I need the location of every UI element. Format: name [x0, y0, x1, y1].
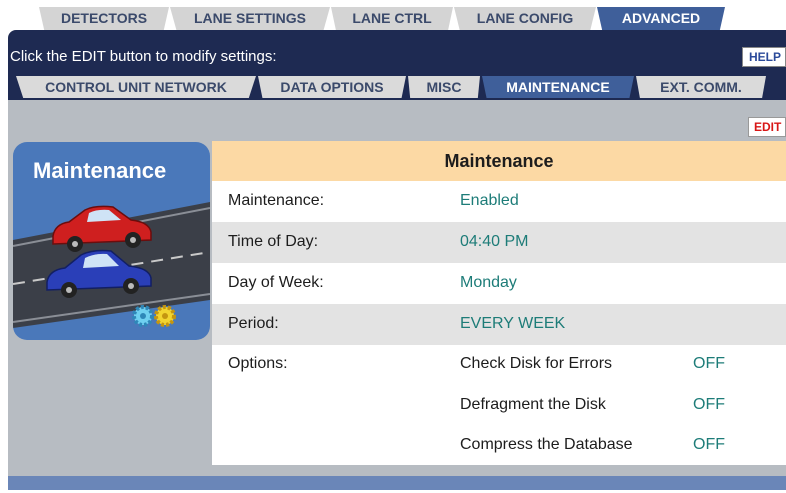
row-value: Monday	[460, 274, 517, 291]
row-maintenance: Maintenance: Enabled	[212, 181, 786, 222]
row-day-of-week: Day of Week: Monday	[212, 263, 786, 304]
instruction-text: Click the EDIT button to modify settings…	[10, 48, 277, 65]
row-label: Maintenance:	[228, 192, 325, 209]
tab-ext-comm[interactable]: EXT. COMM.	[636, 76, 766, 98]
row-value: 04:40 PM	[460, 233, 529, 250]
option-name: Defragment the Disk	[460, 396, 606, 413]
row-options: Options: Check Disk for Errors OFF Defra…	[212, 345, 786, 465]
row-label: Time of Day:	[228, 233, 319, 250]
option-name: Check Disk for Errors	[460, 355, 613, 372]
row-value: EVERY WEEK	[460, 315, 566, 332]
tab-control-unit-network[interactable]: CONTROL UNIT NETWORK	[16, 76, 256, 98]
tab-misc[interactable]: MISC	[408, 76, 480, 98]
tab-data-options[interactable]: DATA OPTIONS	[258, 76, 406, 98]
tab-detectors[interactable]: DETECTORS	[39, 7, 169, 30]
tab-advanced[interactable]: ADVANCED	[597, 7, 725, 30]
row-label: Period:	[228, 315, 279, 332]
row-label: Day of Week:	[228, 274, 324, 291]
option-value: OFF	[693, 436, 725, 453]
row-time-of-day: Time of Day: 04:40 PM	[212, 222, 786, 263]
tab-lane-config[interactable]: LANE CONFIG	[454, 7, 596, 30]
gear-icon	[132, 305, 176, 327]
row-label: Options:	[228, 355, 288, 372]
row-value: Enabled	[460, 192, 519, 209]
edit-button[interactable]: EDIT	[748, 117, 786, 137]
help-button[interactable]: HELP	[742, 47, 786, 67]
tab-lane-settings[interactable]: LANE SETTINGS	[170, 7, 330, 30]
top-tab-bar: DETECTORS LANE SETTINGS LANE CTRL LANE C…	[0, 0, 786, 30]
row-period: Period: EVERY WEEK	[212, 304, 786, 345]
table-header: Maintenance	[212, 141, 786, 181]
tab-lane-ctrl[interactable]: LANE CTRL	[331, 7, 453, 30]
option-value: OFF	[693, 396, 725, 413]
option-name: Compress the Database	[460, 436, 633, 453]
bottom-band	[8, 476, 786, 490]
blue-car-icon	[46, 249, 152, 298]
panel-title: Maintenance	[33, 158, 167, 183]
tab-maintenance[interactable]: MAINTENANCE	[482, 76, 634, 98]
maintenance-panel: Maintenance	[13, 142, 210, 340]
option-value: OFF	[693, 355, 725, 372]
